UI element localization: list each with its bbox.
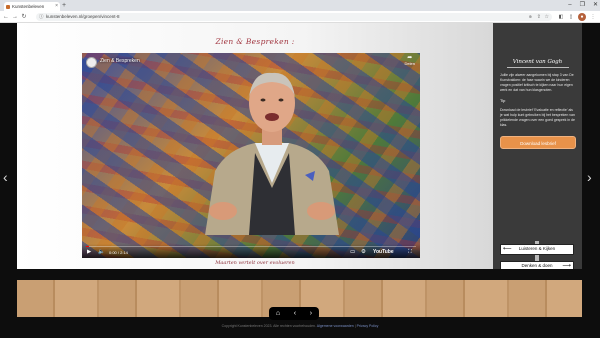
panel-intro-text: Jullie zijn alweer aangekomen bij stap 3…: [500, 73, 574, 92]
video-share-button[interactable]: ➦ Delen: [404, 55, 415, 66]
back-button[interactable]: ←: [2, 12, 10, 22]
window-controls: – ❐ ✕: [568, 0, 598, 11]
video-player[interactable]: Zien & Bespreken ➦ Delen ▶ 🔈 0:00 / 2:14…: [82, 53, 420, 258]
tab-close-icon[interactable]: ×: [55, 2, 58, 11]
video-title[interactable]: Zien & Bespreken: [100, 58, 140, 64]
video-caption: Maarten vertelt over evolueren: [215, 260, 295, 266]
tip-heading: Tip: [500, 98, 506, 103]
fullscreen-icon[interactable]: ⛶: [408, 249, 412, 256]
settings-gear-icon[interactable]: ⚙: [361, 249, 366, 256]
share-icon[interactable]: ⇪: [537, 13, 541, 21]
channel-avatar[interactable]: [86, 57, 97, 68]
lesson-content: Zien & Bespreken : Zien & Bespreken ➦ De…: [17, 23, 493, 273]
arrow-left-icon: ⟵: [503, 246, 512, 252]
panel-title: Vincent van Gogh: [512, 59, 563, 65]
next-page-arrow-icon[interactable]: ›: [587, 170, 592, 184]
page-title: Zien & Bespreken :: [215, 37, 295, 46]
previous-page-arrow-icon[interactable]: ‹: [3, 170, 8, 184]
sign-label: Luisteren & Kijken: [518, 246, 556, 251]
extensions-icon[interactable]: ◧: [557, 13, 565, 21]
play-icon[interactable]: ▶: [87, 249, 91, 256]
close-window-button[interactable]: ✕: [593, 0, 598, 11]
video-progress-fill: [86, 245, 90, 247]
privacy-link[interactable]: Privacy Policy: [357, 324, 379, 328]
captions-icon[interactable]: ▭: [350, 249, 355, 256]
browser-tab-bar: Kunstenbeleven × + – ❐ ✕: [0, 0, 600, 11]
info-panel: Vincent van Gogh Jullie zijn alweer aang…: [493, 23, 582, 311]
bookmark-star-icon[interactable]: ☆: [545, 13, 549, 21]
new-tab-button[interactable]: +: [62, 1, 66, 10]
footer: Copyright Kunstenbeleven 2023. Alle rech…: [221, 324, 379, 328]
presenter-figure: [205, 72, 339, 235]
sign-luisteren-kijken[interactable]: ⟵ Luisteren & Kijken: [500, 244, 574, 255]
bottom-navigation: ⌂ ‹ ›: [269, 307, 319, 320]
forward-button[interactable]: →: [11, 12, 19, 22]
youtube-logo[interactable]: YouTube: [373, 249, 394, 256]
nav-forward-icon[interactable]: ›: [310, 310, 312, 317]
maximize-button[interactable]: ❐: [580, 0, 585, 11]
tip-text: Download de lesbrief 'Evaluatie en refle…: [500, 108, 575, 127]
browser-toolbar: ← → ↻ ⓘ kunstenbeleven.nl/groepen/vincen…: [0, 11, 600, 23]
address-bar[interactable]: ⓘ kunstenbeleven.nl/groepen/vincent-8 ⊕ …: [36, 13, 552, 21]
terms-link[interactable]: Algemene voorwaarden: [317, 324, 354, 328]
tab-title: Kunstenbeleven: [12, 4, 45, 9]
video-time: 0:00 / 2:14: [109, 250, 128, 255]
download-lesbrief-button[interactable]: Download lesbrief: [500, 136, 576, 149]
minimize-button[interactable]: –: [568, 0, 571, 11]
home-icon[interactable]: ⌂: [276, 310, 280, 317]
volume-icon[interactable]: 🔈: [98, 249, 105, 256]
shelf-shadow: [17, 269, 582, 280]
translate-icon[interactable]: ⊕: [529, 13, 532, 21]
video-controls-bar: ▶ 🔈 0:00 / 2:14 ▭ ⚙ YouTube ⛶: [82, 244, 420, 258]
sign-label: Denken & doen: [521, 263, 553, 268]
video-progress-bar[interactable]: [86, 245, 416, 247]
share-label: Delen: [404, 61, 415, 66]
nav-back-icon[interactable]: ‹: [294, 310, 296, 317]
page: Zien & Bespreken : Zien & Bespreken ➦ De…: [0, 23, 600, 338]
reload-button[interactable]: ↻: [20, 12, 28, 22]
browser-tab[interactable]: Kunstenbeleven ×: [4, 2, 60, 11]
footer-copyright: Copyright Kunstenbeleven 2023. Alle rech…: [221, 324, 316, 328]
site-favicon-icon: [6, 4, 10, 9]
profile-avatar[interactable]: ●: [578, 13, 586, 21]
url-text: kunstenbeleven.nl/groepen/vincent-8: [46, 14, 120, 19]
site-info-icon[interactable]: ⓘ: [39, 13, 44, 21]
panel-divider: [507, 67, 569, 68]
menu-kebab-icon[interactable]: ⋮: [589, 13, 597, 21]
sidepanel-icon[interactable]: ▯: [567, 13, 575, 21]
